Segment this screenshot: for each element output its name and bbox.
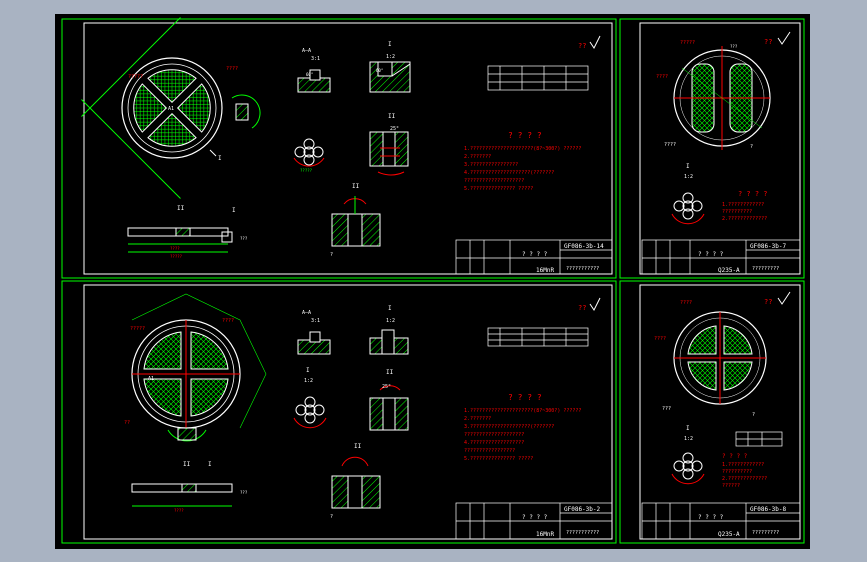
svg-text:???: ???	[240, 490, 248, 495]
svg-text:? ? ? ?: ? ? ? ?	[508, 393, 542, 402]
svg-text:??: ??	[764, 38, 772, 46]
svg-text:4.????????????????????(???????: 4.????????????????????(???????	[464, 170, 554, 176]
svg-text:????: ????	[222, 318, 234, 324]
svg-text:25°: 25°	[390, 126, 399, 132]
svg-text:? ? ? ?: ? ? ? ?	[698, 251, 724, 258]
svg-text:2.?????????????: 2.?????????????	[722, 216, 767, 222]
svg-text:???????????: ???????????	[566, 266, 599, 272]
svg-text:2.?????????????: 2.?????????????	[722, 476, 767, 482]
svg-text:II: II	[388, 113, 396, 120]
svg-text:16MnR: 16MnR	[536, 267, 554, 274]
svg-text:??: ??	[578, 304, 586, 312]
svg-text:II: II	[354, 443, 362, 450]
svg-text:I: I	[208, 461, 212, 468]
svg-text:??: ??	[764, 298, 772, 306]
svg-text:????????????????????: ????????????????????	[464, 432, 524, 438]
svg-text:3:1: 3:1	[311, 318, 320, 324]
svg-text:? ? ? ?: ? ? ? ?	[522, 514, 548, 521]
svg-text:A1: A1	[148, 376, 154, 382]
svg-text:I: I	[306, 367, 310, 374]
svg-text:?????: ?????	[130, 326, 145, 332]
svg-text:Q235-A: Q235-A	[718, 267, 740, 274]
svg-text:??: ??	[124, 420, 130, 426]
svg-text:? ? ? ?: ? ? ? ?	[698, 514, 724, 521]
svg-text:A—A: A—A	[302, 48, 311, 54]
svg-text:2.???????: 2.???????	[464, 416, 491, 422]
svg-text:?????: ?????	[128, 74, 143, 80]
svg-text:?????: ?????	[680, 40, 695, 46]
svg-text:1:2: 1:2	[684, 436, 693, 442]
svg-text:1:2: 1:2	[304, 378, 313, 384]
svg-text:A—A: A—A	[302, 310, 311, 316]
svg-text:60°: 60°	[306, 72, 313, 77]
svg-text:?: ?	[330, 252, 333, 258]
svg-text:????: ????	[664, 142, 676, 148]
svg-text:????????????????????: ????????????????????	[464, 178, 524, 184]
svg-text:GF086-3b-8: GF086-3b-8	[750, 506, 787, 513]
svg-text:I: I	[686, 425, 690, 432]
svg-text:?????????: ?????????	[752, 530, 779, 536]
svg-text:?: ?	[330, 514, 333, 520]
svg-text:? ? ? ?: ? ? ? ?	[738, 190, 768, 198]
svg-text:II: II	[177, 205, 185, 212]
svg-text:3:1: 3:1	[311, 56, 320, 62]
svg-text:??????????: ??????????	[722, 209, 752, 215]
svg-text:?????????: ?????????	[752, 266, 779, 272]
svg-text:????: ????	[680, 300, 692, 306]
svg-text:???????????: ???????????	[566, 530, 599, 536]
svg-text:? ? ? ?: ? ? ? ?	[722, 453, 748, 460]
svg-text:GF086-3b-7: GF086-3b-7	[750, 243, 787, 250]
svg-text:3.????????????????: 3.????????????????	[464, 162, 518, 168]
svg-text:25°: 25°	[382, 384, 391, 390]
svg-text:???: ???	[240, 236, 248, 241]
svg-text:???: ???	[662, 406, 671, 412]
svg-text:????: ????	[226, 66, 238, 72]
svg-text:1.?????????????????????(8?~300: 1.?????????????????????(8?~300?) ??????	[464, 146, 581, 152]
svg-text:?: ?	[750, 144, 753, 150]
svg-text:1:2: 1:2	[386, 318, 395, 324]
cad-drawing-viewport[interactable]: ????? ???? A1 I ???? ????? II I ??? A—A …	[0, 0, 867, 562]
svg-text:?????????????????: ?????????????????	[464, 448, 515, 454]
svg-text:A1: A1	[168, 106, 174, 112]
svg-text:3.????????????????????(???????: 3.????????????????????(???????	[464, 424, 554, 430]
svg-text:II: II	[386, 369, 394, 376]
svg-text:I: I	[388, 305, 392, 312]
svg-text:??????: ??????	[722, 483, 740, 489]
svg-text:2.???????: 2.???????	[464, 154, 491, 160]
svg-text:1.????????????: 1.????????????	[722, 462, 764, 468]
svg-text:5.??????????????? ?????: 5.??????????????? ?????	[464, 456, 533, 462]
svg-text:16MnR: 16MnR	[536, 531, 554, 538]
svg-text:1.????????????: 1.????????????	[722, 202, 764, 208]
svg-text:?????: ?????	[300, 168, 313, 173]
svg-text:??????????: ??????????	[722, 469, 752, 475]
svg-text:??: ??	[578, 42, 586, 50]
svg-text:5.??????????????? ?????: 5.??????????????? ?????	[464, 186, 533, 192]
svg-text:I: I	[388, 41, 392, 48]
svg-text:????: ????	[654, 336, 666, 342]
svg-text:???: ???	[730, 44, 738, 49]
svg-text:I: I	[218, 155, 222, 162]
svg-text:1.?????????????????????(8?~300: 1.?????????????????????(8?~300?) ??????	[464, 408, 581, 414]
plate-plan-view	[673, 311, 767, 405]
svg-text:? ? ? ?: ? ? ? ?	[508, 131, 542, 140]
svg-text:Q235-A: Q235-A	[718, 531, 740, 538]
svg-text:60°: 60°	[376, 68, 383, 73]
svg-text:I: I	[232, 207, 236, 214]
svg-text:II: II	[183, 461, 191, 468]
svg-text:GF086-3b-14: GF086-3b-14	[564, 243, 604, 250]
svg-text:?????: ?????	[170, 254, 183, 259]
svg-text:4.??????????????????: 4.??????????????????	[464, 440, 524, 446]
svg-text:1:2: 1:2	[386, 54, 395, 60]
svg-text:????: ????	[174, 508, 184, 513]
svg-text:GF086-3b-2: GF086-3b-2	[564, 506, 601, 513]
svg-text:I: I	[686, 163, 690, 170]
svg-text:????: ????	[656, 74, 668, 80]
svg-text:?: ?	[752, 412, 755, 418]
svg-text:1:2: 1:2	[684, 174, 693, 180]
svg-text:? ? ? ?: ? ? ? ?	[522, 251, 548, 258]
svg-text:????: ????	[170, 246, 180, 251]
svg-text:II: II	[352, 183, 360, 190]
